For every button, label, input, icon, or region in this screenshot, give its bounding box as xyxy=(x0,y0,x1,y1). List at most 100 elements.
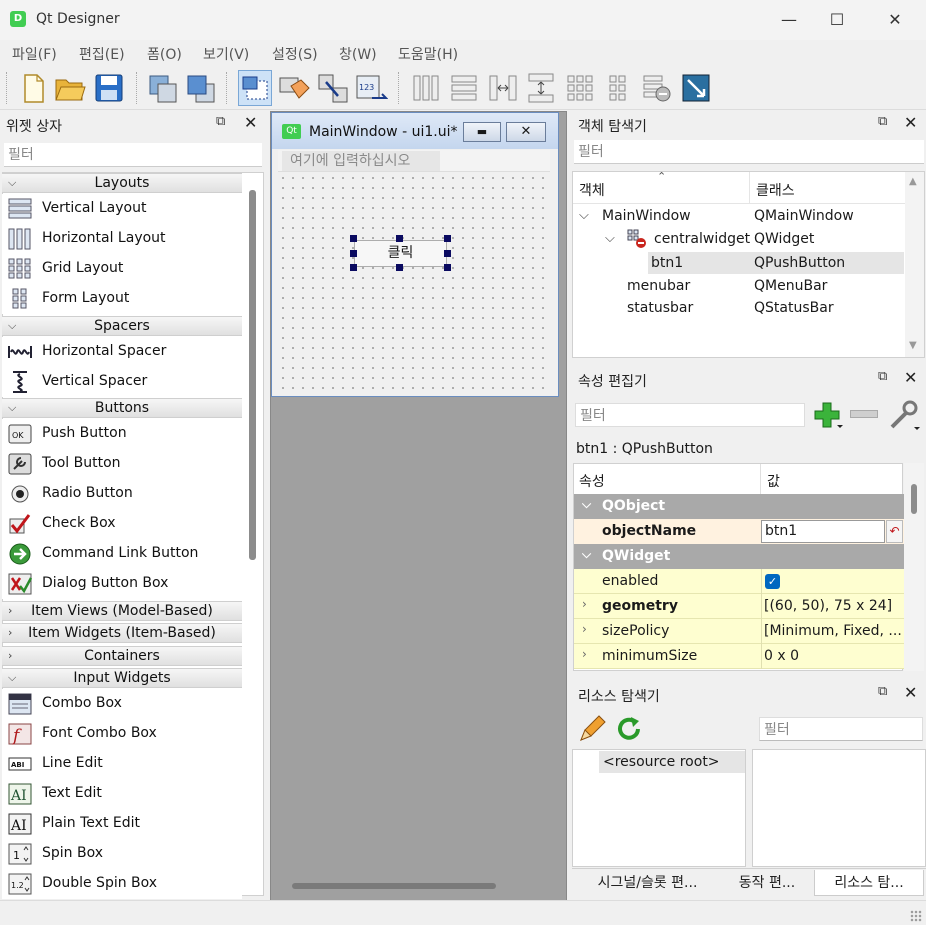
widget-spin-box[interactable]: 1 Spin Box xyxy=(2,839,242,869)
selection-handle[interactable] xyxy=(350,264,357,271)
menu-window[interactable]: 창(W) xyxy=(339,44,377,64)
category-containers[interactable]: › Containers xyxy=(2,646,242,666)
widget-check-box[interactable]: Check Box xyxy=(2,509,242,539)
bring-to-front-icon[interactable] xyxy=(184,70,218,106)
expand-arrow-icon[interactable]: ⌵ xyxy=(605,231,615,246)
float-icon[interactable]: ⧉ xyxy=(878,114,887,129)
selection-handle[interactable] xyxy=(444,250,451,257)
widget-plain-text-edit[interactable]: AI Plain Text Edit xyxy=(2,809,242,839)
category-spacers[interactable]: ⌵ Spacers xyxy=(2,316,242,336)
prop-geometry[interactable]: › geometry [(60, 50), 75 x 24] xyxy=(574,594,904,619)
adjust-size-icon[interactable] xyxy=(679,70,713,106)
prop-size-policy[interactable]: › sizePolicy [Minimum, Fixed, ... xyxy=(574,619,904,644)
float-icon[interactable]: ⧉ xyxy=(878,369,887,384)
resource-root-item[interactable]: <resource root> xyxy=(599,751,745,773)
layout-horizontal-splitter-icon[interactable] xyxy=(486,70,520,106)
layout-horizontal-icon[interactable] xyxy=(409,70,443,106)
add-property-icon[interactable] xyxy=(811,399,843,431)
maximize-button[interactable]: ☐ xyxy=(814,0,860,40)
remove-property-icon[interactable] xyxy=(850,410,878,418)
widget-grid-layout[interactable]: Grid Layout xyxy=(2,254,242,284)
layout-form-icon[interactable] xyxy=(601,70,635,106)
widget-double-spin-box[interactable]: 1.2 Double Spin Box xyxy=(2,869,242,899)
widget-push-button[interactable]: OK Push Button xyxy=(2,419,242,449)
widget-box-filter-input[interactable]: 필터 xyxy=(4,143,262,167)
scroll-down-icon[interactable]: ▼ xyxy=(909,340,917,351)
enabled-checkbox[interactable]: ✓ xyxy=(765,574,780,589)
menu-file[interactable]: 파일(F) xyxy=(12,44,57,64)
reload-icon[interactable] xyxy=(614,714,644,744)
edit-signals-icon[interactable] xyxy=(316,70,350,106)
category-input-widgets[interactable]: ⌵ Input Widgets xyxy=(2,668,242,688)
collapse-arrow-icon[interactable]: ⌵ xyxy=(582,497,591,512)
menu-form[interactable]: 폼(O) xyxy=(147,44,182,64)
open-folder-icon[interactable] xyxy=(53,70,87,106)
group-qobject[interactable]: ⌵ QObject xyxy=(574,494,904,519)
scroll-up-icon[interactable]: ▲ xyxy=(909,176,917,187)
widget-line-edit[interactable]: ABI Line Edit xyxy=(2,749,242,779)
widget-dialog-button-box[interactable]: Dialog Button Box xyxy=(2,569,242,599)
property-scrollbar-thumb[interactable] xyxy=(911,484,917,514)
edit-widgets-icon[interactable] xyxy=(238,70,272,106)
menu-help[interactable]: 도움말(H) xyxy=(398,44,458,64)
tab-signal-slot-editor[interactable]: 시그널/슬롯 편... xyxy=(575,870,720,896)
expand-arrow-icon[interactable]: › xyxy=(582,597,587,611)
category-buttons[interactable]: ⌵ Buttons xyxy=(2,398,242,418)
form-close-button[interactable]: ✕ xyxy=(506,122,546,142)
expand-arrow-icon[interactable]: › xyxy=(582,622,587,636)
reset-property-icon[interactable]: ↶ xyxy=(886,520,903,543)
widget-horizontal-spacer[interactable]: Horizontal Spacer xyxy=(2,337,242,367)
toolbar-handle[interactable] xyxy=(6,72,9,104)
widget-horizontal-layout[interactable]: Horizontal Layout xyxy=(2,224,242,254)
widget-vertical-spacer[interactable]: Vertical Spacer xyxy=(2,367,242,397)
edit-tab-order-icon[interactable]: 123 xyxy=(354,70,389,106)
tree-row-btn1[interactable]: btn1 QPushButton xyxy=(573,252,905,274)
close-icon[interactable]: ✕ xyxy=(904,113,917,132)
tab-action-editor[interactable]: 동작 편... xyxy=(721,870,813,896)
tree-row-mainwindow[interactable]: ⌵ MainWindow QMainWindow xyxy=(573,205,905,228)
column-property[interactable]: 속성 xyxy=(579,471,605,491)
menu-settings[interactable]: 설정(S) xyxy=(272,44,318,64)
tree-row-menubar[interactable]: menubar QMenuBar xyxy=(573,275,905,297)
menu-edit[interactable]: 편집(E) xyxy=(79,44,125,64)
float-icon[interactable]: ⧉ xyxy=(878,684,887,699)
prop-enabled[interactable]: enabled ✓ xyxy=(574,569,904,594)
form-canvas[interactable] xyxy=(278,173,550,390)
selection-handle[interactable] xyxy=(396,235,403,242)
selection-handle[interactable] xyxy=(350,250,357,257)
property-filter-input[interactable]: 필터 xyxy=(575,403,805,427)
widget-radio-button[interactable]: Radio Button xyxy=(2,479,242,509)
configure-wrench-icon[interactable] xyxy=(886,399,920,431)
mdi-horizontal-scrollbar[interactable] xyxy=(292,883,496,889)
minimize-button[interactable]: — xyxy=(766,0,812,40)
column-class[interactable]: 클래스 xyxy=(756,180,795,200)
tree-row-centralwidget[interactable]: ⌵ centralwidget QWidget xyxy=(573,228,905,251)
float-icon[interactable]: ⧉ xyxy=(216,114,225,129)
menu-view[interactable]: 보기(V) xyxy=(203,44,249,64)
category-layouts[interactable]: ⌵ Layouts xyxy=(2,173,242,193)
size-grip[interactable] xyxy=(910,910,922,922)
edit-resources-pencil-icon[interactable] xyxy=(577,714,607,744)
widget-combo-box[interactable]: Combo Box xyxy=(2,689,242,719)
form-minimize-button[interactable]: ▬ xyxy=(463,122,501,142)
layout-vertical-icon[interactable] xyxy=(447,70,481,106)
close-button[interactable]: ✕ xyxy=(872,0,918,40)
save-icon[interactable] xyxy=(92,70,126,106)
object-name-field[interactable]: btn1 xyxy=(761,520,885,543)
prop-minimum-size[interactable]: › minimumSize 0 x 0 xyxy=(574,644,904,669)
expand-arrow-icon[interactable]: ⌵ xyxy=(579,208,589,223)
widget-text-edit[interactable]: AI Text Edit xyxy=(2,779,242,809)
close-icon[interactable]: ✕ xyxy=(904,368,917,387)
object-inspector-filter-input[interactable]: 필터 xyxy=(574,140,924,164)
widget-list-scrollbar[interactable] xyxy=(249,190,256,560)
column-object[interactable]: 객체 xyxy=(579,180,605,200)
form-menu-placeholder[interactable]: 여기에 입력하십시오 xyxy=(282,151,440,171)
resource-filter-input[interactable]: 필터 xyxy=(759,717,923,741)
break-layout-icon[interactable] xyxy=(640,70,674,106)
selection-handle[interactable] xyxy=(396,264,403,271)
form-push-button[interactable]: 클릭 xyxy=(354,240,447,267)
widget-command-link-button[interactable]: Command Link Button xyxy=(2,539,242,569)
close-icon[interactable]: ✕ xyxy=(904,683,917,702)
selection-handle[interactable] xyxy=(444,235,451,242)
selection-handle[interactable] xyxy=(444,264,451,271)
